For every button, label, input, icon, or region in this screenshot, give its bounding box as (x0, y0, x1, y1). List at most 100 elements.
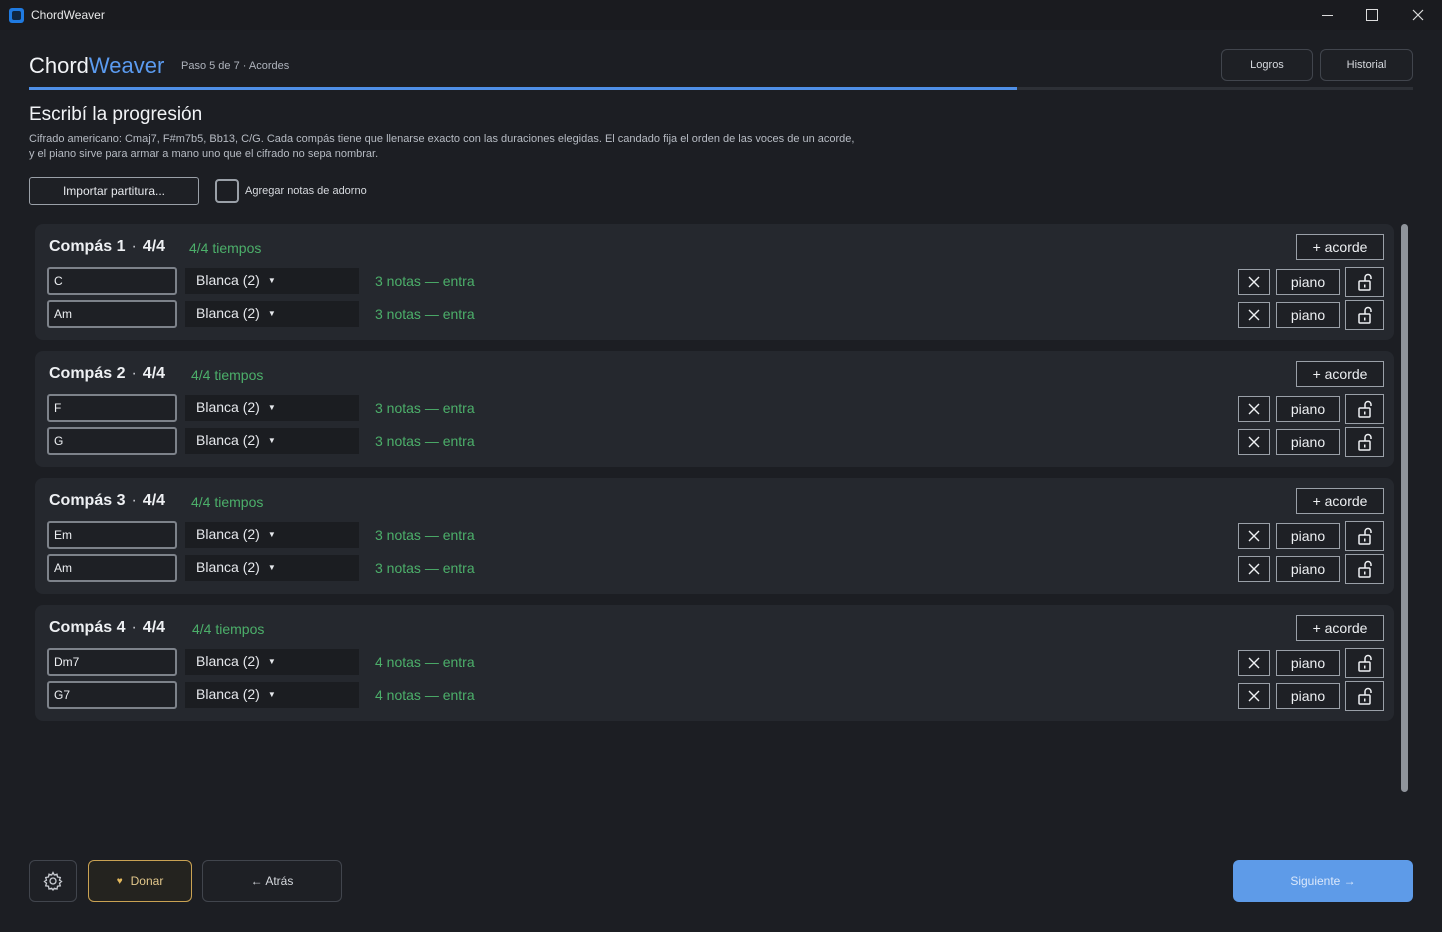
chord-status: 3 notas — entra (375, 527, 475, 543)
remove-chord-button[interactable] (1238, 523, 1270, 549)
duration-select[interactable]: Blanca (2) ▼ (185, 428, 359, 454)
piano-button[interactable]: piano (1276, 269, 1340, 295)
chord-symbol-input[interactable]: Am (47, 300, 177, 328)
remove-chord-button[interactable] (1238, 302, 1270, 328)
duration-select[interactable]: Blanca (2) ▼ (185, 649, 359, 675)
voicing-lock-button[interactable] (1345, 394, 1384, 424)
piano-button[interactable]: piano (1276, 556, 1340, 582)
description-line-1: Cifrado americano: Cmaj7, F#m7b5, Bb13, … (29, 133, 855, 145)
chord-symbol-input[interactable]: C (47, 267, 177, 295)
page-title: Escribí la progresión (29, 104, 203, 125)
add-chord-button[interactable]: + acorde (1296, 488, 1384, 514)
separator-dot: · (131, 492, 137, 509)
voicing-lock-button[interactable] (1345, 427, 1384, 457)
chord-symbol-input[interactable]: Am (47, 554, 177, 582)
close-icon (1412, 9, 1424, 21)
duration-select[interactable]: Blanca (2) ▼ (185, 395, 359, 421)
duration-select[interactable]: Blanca (2) ▼ (185, 555, 359, 581)
ornament-checkbox[interactable] (215, 179, 239, 203)
logros-button[interactable]: Logros (1221, 49, 1313, 81)
duration-value: Blanca (2) (196, 272, 260, 288)
measure-card: Compás 1 · 4/4 4/4 tiempos + acorde C Blanca (… (35, 224, 1394, 340)
remove-chord-button[interactable] (1238, 429, 1270, 455)
remove-chord-button[interactable] (1238, 650, 1270, 676)
close-icon (1248, 657, 1260, 669)
piano-button[interactable]: piano (1276, 650, 1340, 676)
remove-chord-button[interactable] (1238, 556, 1270, 582)
scrollbar-thumb[interactable] (1401, 224, 1408, 792)
measure-meter: 4/4 (142, 619, 166, 636)
minimize-button[interactable] (1304, 0, 1350, 30)
piano-button[interactable]: piano (1276, 396, 1340, 422)
chord-row: Dm7 Blanca (2) ▼ 4 notas — entra piano (35, 648, 1394, 678)
voicing-lock-button[interactable] (1345, 521, 1384, 551)
close-icon (1248, 563, 1260, 575)
measure-title: Compás 3 · 4/4 (49, 492, 165, 510)
piano-button[interactable]: piano (1276, 302, 1340, 328)
duration-select[interactable]: Blanca (2) ▼ (185, 522, 359, 548)
duration-select[interactable]: Blanca (2) ▼ (185, 268, 359, 294)
donate-button[interactable]: ♥ Donar (88, 860, 192, 902)
caret-down-icon: ▼ (267, 276, 276, 285)
chord-symbol-input[interactable]: F (47, 394, 177, 422)
remove-chord-button[interactable] (1238, 396, 1270, 422)
chord-symbol-input[interactable]: G (47, 427, 177, 455)
chord-row: Am Blanca (2) ▼ 3 notas — entra piano (35, 554, 1394, 584)
piano-button[interactable]: piano (1276, 683, 1340, 709)
add-chord-button[interactable]: + acorde (1296, 615, 1384, 641)
chord-row: G Blanca (2) ▼ 3 notas — entra piano (35, 427, 1394, 457)
brand-chord: Chord (29, 53, 89, 78)
chord-row: C Blanca (2) ▼ 3 notas — entra piano (35, 267, 1394, 297)
measure-title: Compás 2 · 4/4 (49, 365, 165, 383)
remove-chord-button[interactable] (1238, 269, 1270, 295)
voicing-lock-button[interactable] (1345, 681, 1384, 711)
close-icon (1248, 309, 1260, 321)
window-title: ChordWeaver (31, 8, 105, 22)
chord-row: Em Blanca (2) ▼ 3 notas — entra piano (35, 521, 1394, 551)
remove-chord-button[interactable] (1238, 683, 1270, 709)
piano-button[interactable]: piano (1276, 523, 1340, 549)
close-button[interactable] (1395, 0, 1441, 30)
measure-beats: 4/4 tiempos (191, 494, 264, 510)
voicing-lock-button[interactable] (1345, 300, 1384, 330)
duration-select[interactable]: Blanca (2) ▼ (185, 301, 359, 327)
settings-button[interactable] (29, 860, 77, 902)
caret-down-icon: ▼ (267, 530, 276, 539)
measure-meter: 4/4 (142, 492, 166, 509)
chord-row: Am Blanca (2) ▼ 3 notas — entra piano (35, 300, 1394, 330)
next-button[interactable]: Siguiente → (1233, 860, 1413, 902)
voicing-lock-button[interactable] (1345, 554, 1384, 584)
page-description: Cifrado americano: Cmaj7, F#m7b5, Bb13, … (29, 132, 929, 162)
duration-select[interactable]: Blanca (2) ▼ (185, 682, 359, 708)
gear-icon (43, 871, 63, 891)
brand-logo: ChordWeaver (29, 53, 164, 79)
scrollbar[interactable] (1401, 224, 1408, 792)
measure-beats: 4/4 tiempos (191, 367, 264, 383)
historial-button[interactable]: Historial (1320, 49, 1413, 81)
chord-symbol-input[interactable]: G7 (47, 681, 177, 709)
title-bar: ChordWeaver (0, 0, 1442, 30)
measure-card: Compás 4 · 4/4 4/4 tiempos + acorde Dm7 Blanca… (35, 605, 1394, 721)
add-chord-button[interactable]: + acorde (1296, 361, 1384, 387)
voicing-lock-button[interactable] (1345, 648, 1384, 678)
import-score-button[interactable]: Importar partitura... (29, 177, 199, 205)
separator-dot: · (131, 619, 137, 636)
piano-button[interactable]: piano (1276, 429, 1340, 455)
add-chord-button[interactable]: + acorde (1296, 234, 1384, 260)
back-button[interactable]: ← Atrás (202, 860, 342, 902)
caret-down-icon: ▼ (267, 563, 276, 572)
voicing-lock-button[interactable] (1345, 267, 1384, 297)
duration-value: Blanca (2) (196, 653, 260, 669)
brand-weaver: Weaver (88, 53, 165, 78)
close-icon (1248, 436, 1260, 448)
measure-title: Compás 4 · 4/4 (49, 619, 165, 637)
maximize-button[interactable] (1349, 0, 1395, 30)
chord-symbol-input[interactable]: Em (47, 521, 177, 549)
description-line-2: y el piano sirve para armar a mano uno q… (29, 148, 379, 160)
measure-name: Compás 1 (49, 238, 126, 255)
unlock-icon (1357, 400, 1372, 418)
unlock-icon (1357, 527, 1372, 545)
measure-meter: 4/4 (142, 238, 166, 255)
chord-symbol-input[interactable]: Dm7 (47, 648, 177, 676)
duration-value: Blanca (2) (196, 526, 260, 542)
